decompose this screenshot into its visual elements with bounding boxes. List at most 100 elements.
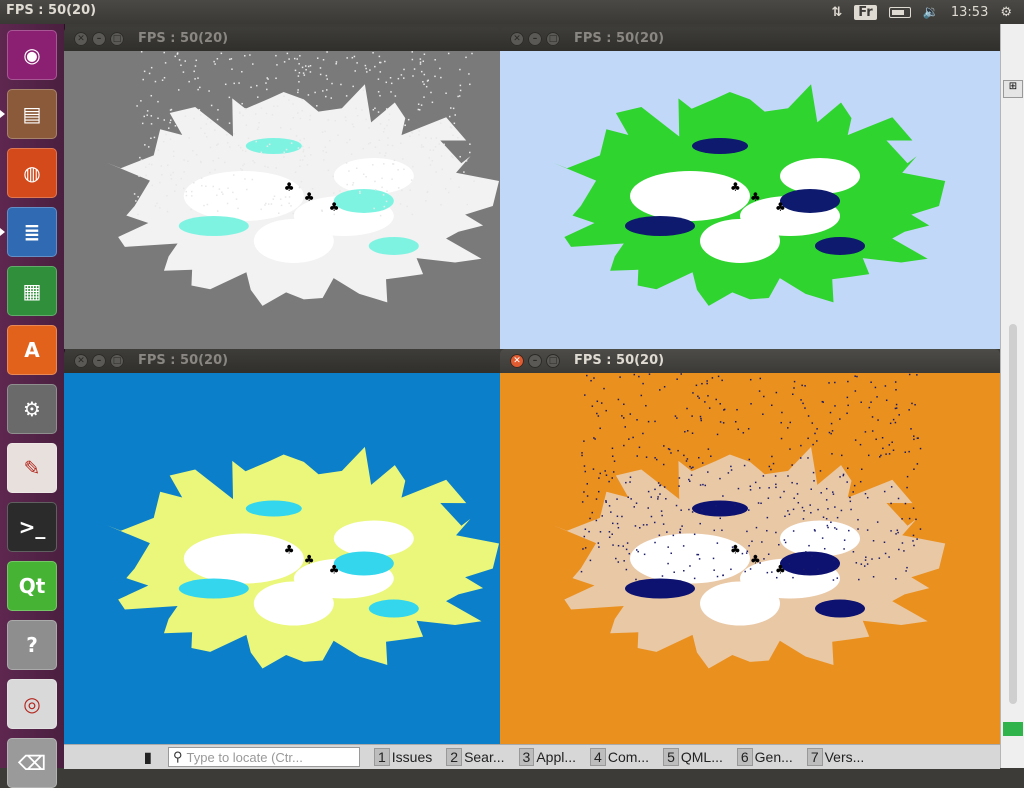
- close-icon[interactable]: ✕: [510, 32, 524, 46]
- close-icon[interactable]: ✕: [510, 354, 524, 368]
- maximize-icon[interactable]: □: [110, 32, 124, 46]
- close-icon[interactable]: ✕: [74, 354, 88, 368]
- maximize-icon[interactable]: □: [110, 354, 124, 368]
- close-icon[interactable]: ✕: [74, 32, 88, 46]
- water-patch: [246, 138, 302, 154]
- window-titlebar[interactable]: ✕ – □ FPS : 50(20): [64, 349, 500, 373]
- writer-icon[interactable]: ≣: [7, 207, 57, 257]
- tab-number: 6: [737, 748, 753, 766]
- maximize-icon[interactable]: □: [546, 32, 560, 46]
- window-titlebar[interactable]: ✕ – □ FPS : 50(20): [500, 349, 1000, 373]
- terrain-render: ♣♣♣: [500, 51, 1000, 349]
- fps-window-2[interactable]: ✕ – □ FPS : 50(20) ♣ ♣ ♣: [500, 27, 1000, 349]
- keyboard-layout-indicator[interactable]: Fr: [854, 5, 876, 20]
- snow-patch: [184, 534, 304, 584]
- locator-input[interactable]: ⚲ Type to locate (Ctr...: [168, 747, 360, 767]
- volume-icon[interactable]: 🔉: [923, 5, 939, 20]
- minimize-icon[interactable]: –: [92, 354, 106, 368]
- tab-label: Issues: [392, 749, 432, 765]
- snow-patch: [254, 582, 334, 626]
- scrollbar[interactable]: [1009, 324, 1017, 704]
- tab-label: Appl...: [536, 749, 576, 765]
- fps-window-1[interactable]: ✕ – □ FPS : 50(20) ♣ ♣ ♣: [64, 27, 500, 349]
- window-titlebar[interactable]: ✕ – □ FPS : 50(20): [500, 27, 1000, 51]
- files-icon[interactable]: ▤: [7, 89, 57, 139]
- tree-icon: ♣: [329, 563, 340, 577]
- clock[interactable]: 13:53: [951, 5, 988, 20]
- output-pane-tab-7[interactable]: 7 Vers...: [807, 748, 864, 766]
- tab-label: Sear...: [464, 749, 504, 765]
- tab-number: 5: [663, 748, 679, 766]
- trash-icon[interactable]: ⌫: [7, 738, 57, 788]
- calc-icon[interactable]: ▦: [7, 266, 57, 316]
- water-patch: [369, 600, 419, 618]
- render-viewport[interactable]: ♣ ♣ ♣: [500, 51, 1000, 349]
- settings-icon[interactable]: ⚙: [7, 384, 57, 434]
- tab-label: Com...: [608, 749, 649, 765]
- output-pane-tab-5[interactable]: 5 QML...: [663, 748, 723, 766]
- snow-patch: [334, 521, 414, 557]
- split-icon[interactable]: ⊞: [1003, 80, 1023, 98]
- ide-right-edge: ⊞: [1000, 24, 1024, 768]
- pane-toggle-icon[interactable]: ▮: [144, 749, 152, 766]
- minimize-icon[interactable]: –: [528, 354, 542, 368]
- pdf-viewer-icon[interactable]: ✎: [7, 443, 57, 493]
- water-patch: [179, 579, 249, 599]
- window-title: FPS : 50(20): [574, 353, 664, 368]
- water-patch: [780, 189, 840, 213]
- tree-icon: ♣: [284, 543, 295, 557]
- tab-number: 1: [374, 748, 390, 766]
- snow-patch: [700, 582, 780, 626]
- fps-window-3[interactable]: ✕ – □ FPS : 50(20) ♣ ♣ ♣: [64, 349, 500, 749]
- fps-window-4[interactable]: ✕ – □ FPS : 50(20) ♣ ♣ ♣: [500, 349, 1000, 749]
- system-gear-icon[interactable]: ⚙: [1000, 5, 1012, 20]
- tab-label: Vers...: [825, 749, 865, 765]
- water-patch: [815, 237, 865, 255]
- output-pane-tab-2[interactable]: 2 Sear...: [446, 748, 504, 766]
- water-patch: [246, 501, 302, 517]
- snow-patch: [630, 534, 750, 584]
- output-pane-tab-3[interactable]: 3 Appl...: [519, 748, 577, 766]
- tab-label: QML...: [681, 749, 723, 765]
- snow-patch: [780, 521, 860, 557]
- water-patch: [334, 189, 394, 213]
- help-icon[interactable]: ?: [7, 620, 57, 670]
- render-viewport[interactable]: ♣ ♣ ♣: [64, 51, 500, 349]
- tab-label: Gen...: [755, 749, 793, 765]
- minimize-icon[interactable]: –: [528, 32, 542, 46]
- terminal-icon[interactable]: >_: [7, 502, 57, 552]
- maximize-icon[interactable]: □: [546, 354, 560, 368]
- minimize-icon[interactable]: –: [92, 32, 106, 46]
- water-patch: [625, 579, 695, 599]
- water-patch: [692, 138, 748, 154]
- network-icon[interactable]: ⇅: [831, 5, 842, 20]
- render-viewport[interactable]: ♣ ♣ ♣: [64, 373, 500, 749]
- build-progress-indicator: [1003, 722, 1023, 736]
- window-title: FPS : 50(20): [138, 31, 228, 46]
- window-title: FPS : 50(20): [574, 31, 664, 46]
- tree-icon: ♣: [304, 553, 315, 567]
- tree-icon: ♣: [750, 553, 761, 567]
- water-patch: [334, 552, 394, 576]
- window-titlebar[interactable]: ✕ – □ FPS : 50(20): [64, 27, 500, 51]
- qt-creator-icon[interactable]: Qt: [7, 561, 57, 611]
- snow-patch: [780, 158, 860, 194]
- firefox-icon[interactable]: ◍: [7, 148, 57, 198]
- output-pane-tab-6[interactable]: 6 Gen...: [737, 748, 793, 766]
- water-patch: [369, 237, 419, 255]
- snow-patch: [700, 219, 780, 263]
- render-viewport[interactable]: ♣ ♣ ♣: [500, 373, 1000, 749]
- tree-icon: ♣: [329, 200, 340, 214]
- tree-icon: ♣: [750, 190, 761, 204]
- software-center-icon[interactable]: A: [7, 325, 57, 375]
- tree-icon: ♣: [775, 563, 786, 577]
- dvd-icon[interactable]: ◎: [7, 679, 57, 729]
- running-indicator: [0, 110, 5, 118]
- water-patch: [625, 216, 695, 236]
- output-pane-tab-1[interactable]: 1 Issues: [374, 748, 432, 766]
- battery-icon[interactable]: [889, 7, 911, 18]
- ubuntu-icon[interactable]: ◉: [7, 30, 57, 80]
- locator-placeholder: Type to locate (Ctr...: [187, 750, 303, 765]
- window-title: FPS : 50(20): [138, 353, 228, 368]
- output-pane-tab-4[interactable]: 4 Com...: [590, 748, 649, 766]
